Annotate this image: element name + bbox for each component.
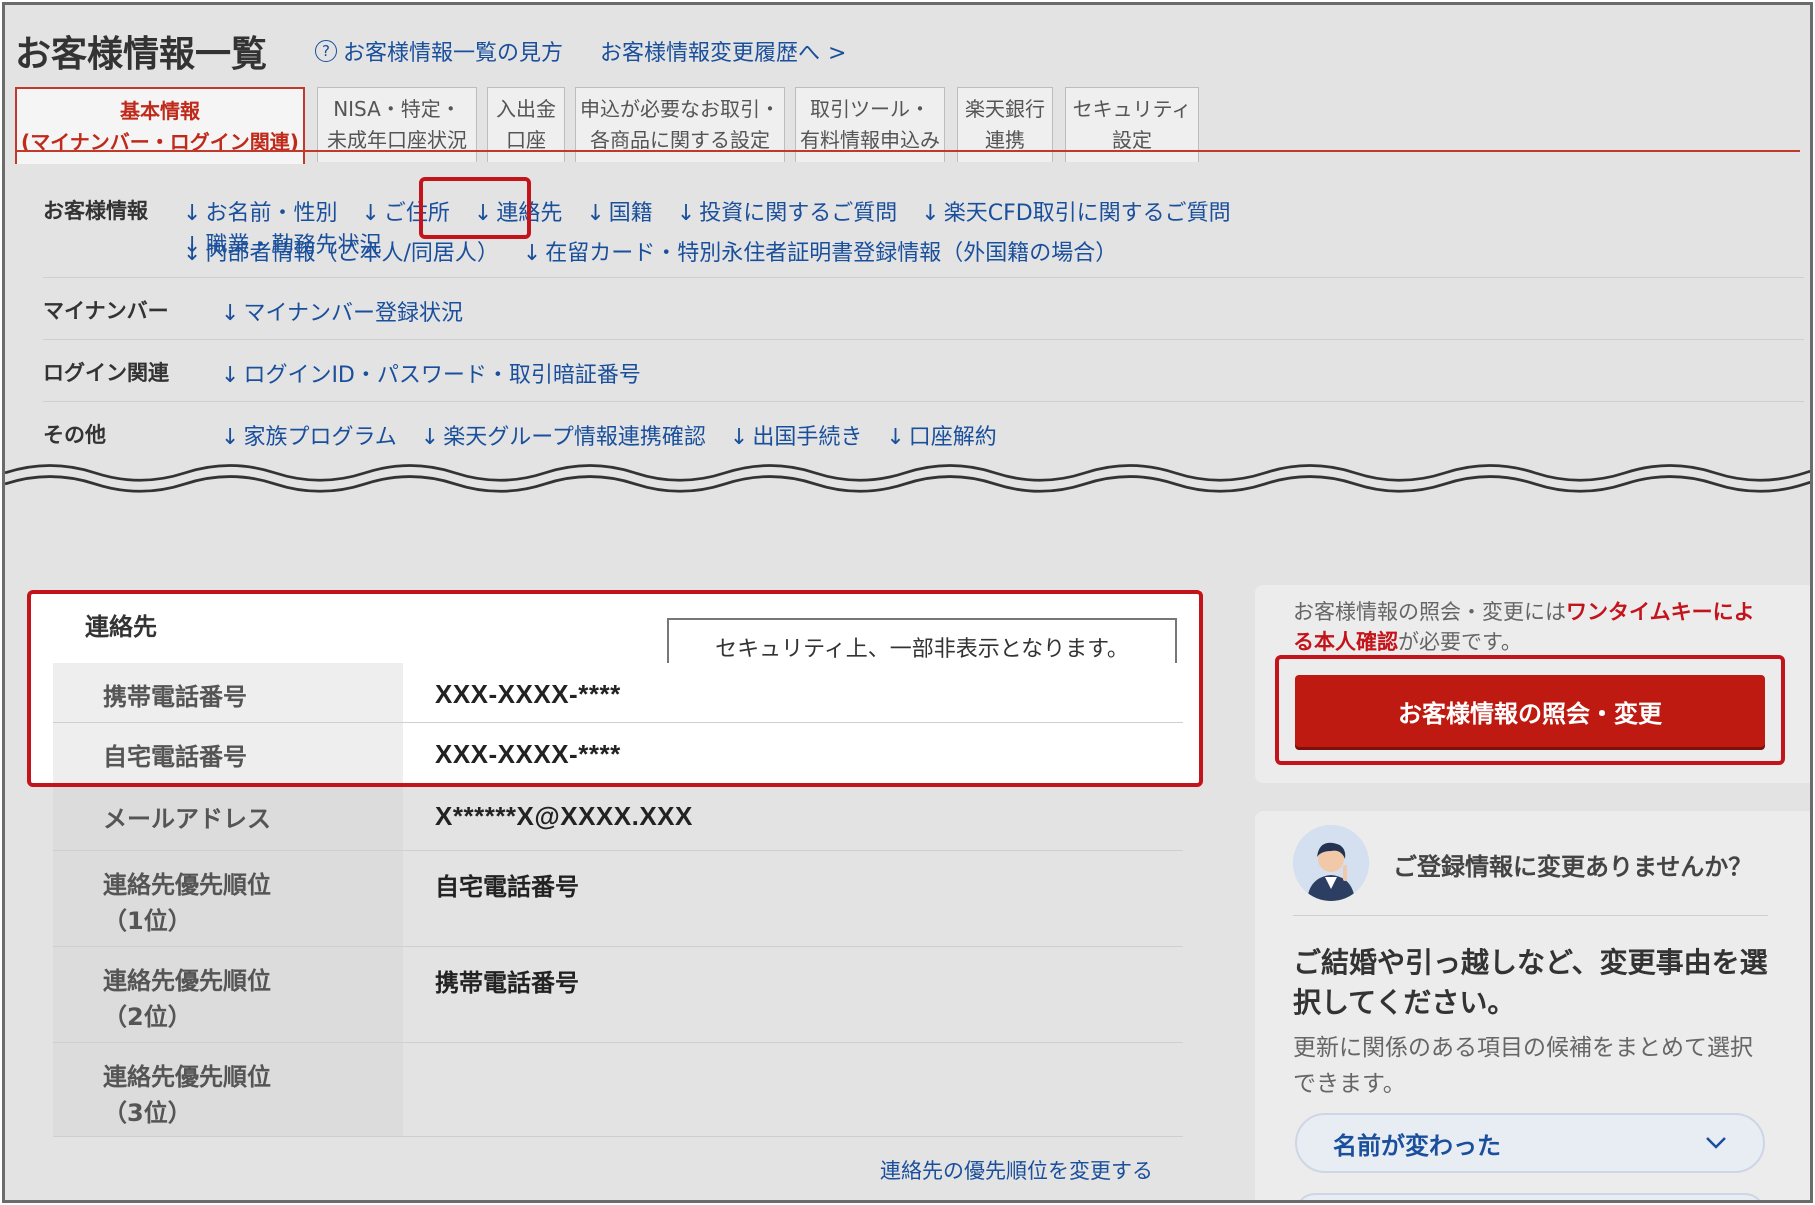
nav-label: ログイン関連 (43, 361, 169, 385)
change-priority-link[interactable]: 連絡先の優先順位を変更する (880, 1155, 1153, 1185)
help-link[interactable]: ? お客様情報一覧の見方 (315, 35, 563, 67)
nav-link-cfd-questions[interactable]: ↓ 楽天CFD取引に関するご質問 (921, 195, 1230, 227)
button-highlight (1275, 655, 1785, 765)
help-link-label: お客様情報一覧の見方 (343, 41, 564, 66)
tab-basic-info[interactable]: 基本情報 (マイナンバー・ログイン関連) (15, 87, 305, 164)
table-row: 連絡先優先順位 （3位） (53, 1043, 1183, 1137)
nav-link-mynumber[interactable]: ↓ マイナンバー登録状況 (221, 295, 463, 327)
divider (43, 339, 1804, 340)
contact-panel-highlight (27, 590, 1203, 787)
row-value: 携帯電話番号 (403, 947, 1183, 1042)
change-card-title: ご登録情報に変更ありませんか？ (1393, 853, 1753, 881)
row-value (403, 1043, 1183, 1136)
nav-link-family[interactable]: ↓ 家族プログラム (221, 419, 397, 451)
row-value: X******X@XXXX.XXX (403, 785, 1183, 850)
tab-line1: 申込が必要なお取引・ (580, 97, 780, 121)
tab-line2: (マイナンバー・ログイン関連) (21, 129, 299, 154)
tab-line1: 楽天銀行 (965, 97, 1045, 121)
nav-row-mynumber: マイナンバー ↓ マイナンバー登録状況 (43, 295, 1810, 327)
tab-line1: 基本情報 (120, 98, 200, 123)
nav-link-residence-card[interactable]: ↓ 在留カード・特別永住者証明書登録情報（外国籍の場合） (523, 235, 1117, 267)
nav-label: マイナンバー (43, 299, 169, 323)
row-label: 連絡先優先順位 （1位） (53, 851, 403, 946)
nav-row-login: ログイン関連 ↓ ログインID・パスワード・取引暗証番号 (43, 357, 1810, 389)
nav-link-name[interactable]: ↓ お名前・性別 (183, 195, 337, 227)
nav-link-close-account[interactable]: ↓ 口座解約 (886, 419, 996, 451)
row-value: 自宅電話番号 (403, 851, 1183, 946)
select-label: 名前が変わった (1333, 1131, 1501, 1160)
divider (43, 277, 1804, 278)
history-link[interactable]: お客様情報変更履歴へ > (600, 35, 846, 67)
nav-row-customer-2: ↓ 内部者情報（ご本人/同居人） ↓ 在留カード・特別永住者証明書登録情報（外国籍の… (183, 235, 1810, 267)
chevron-down-icon (1706, 1137, 1726, 1149)
row-label: 連絡先優先順位 （3位） (53, 1043, 403, 1136)
tab-line1: 入出金 (496, 97, 556, 121)
nav-link-login-id[interactable]: ↓ ログインID・パスワード・取引暗証番号 (221, 357, 641, 389)
page-title: お客様情報一覧 (15, 34, 268, 75)
nav-link-investment-questions[interactable]: ↓ 投資に関するご質問 (677, 195, 897, 227)
nav-link-departure[interactable]: ↓ 出国手続き (730, 419, 862, 451)
page-frame: お客様情報一覧 ? お客様情報一覧の見方 お客様情報変更履歴へ > 基本情報 (マ… (2, 2, 1813, 1203)
row-label: メールアドレス (53, 785, 403, 850)
row-label: 連絡先優先順位 （2位） (53, 947, 403, 1042)
divider (43, 401, 1804, 402)
nav-link-insider[interactable]: ↓ 内部者情報（ご本人/同居人） (183, 235, 499, 267)
divider (1293, 915, 1768, 916)
table-row: 連絡先優先順位 （2位） 携帯電話番号 (53, 947, 1183, 1043)
table-row: 連絡先優先順位 （1位） 自宅電話番号 (53, 851, 1183, 947)
change-card-description: 更新に関係のある項目の候補をまとめて選択できます。 (1293, 1035, 1753, 1097)
next-select-partial[interactable] (1295, 1193, 1765, 1200)
tab-underline (15, 150, 1800, 152)
otk-notice: お客様情報の照会・変更にはワンタイムキーによる本人確認が必要です。 (1293, 600, 1755, 654)
person-icon (1293, 825, 1369, 901)
nav-row-other: その他 ↓ 家族プログラム ↓ 楽天グループ情報連携確認 ↓ 出国手続き ↓ 口座解約 (43, 419, 1810, 451)
chevron-right-icon: > (828, 41, 847, 66)
history-link-label: お客様情報変更履歴へ (600, 41, 821, 66)
wave-separator (5, 464, 1810, 506)
nav-link-nationality[interactable]: ↓ 国籍 (586, 195, 652, 227)
tab-line1: セキュリティ (1072, 97, 1192, 121)
nav-label: その他 (43, 423, 106, 447)
contact-link-highlight (419, 177, 531, 239)
tab-line1: NISA・特定・ (333, 97, 461, 121)
name-changed-select[interactable]: 名前が変わった (1295, 1113, 1765, 1173)
tab-line1: 取引ツール・ (810, 97, 930, 121)
help-icon: ? (315, 40, 337, 62)
avatar (1293, 825, 1369, 901)
table-row: メールアドレス X******X@XXXX.XXX (53, 785, 1183, 851)
nav-link-group-link[interactable]: ↓ 楽天グループ情報連携確認 (421, 419, 706, 451)
nav-label: お客様情報 (43, 199, 148, 223)
change-card-heading: ご結婚や引っ越しなど、変更事由を選択してください。 (1293, 946, 1768, 1019)
